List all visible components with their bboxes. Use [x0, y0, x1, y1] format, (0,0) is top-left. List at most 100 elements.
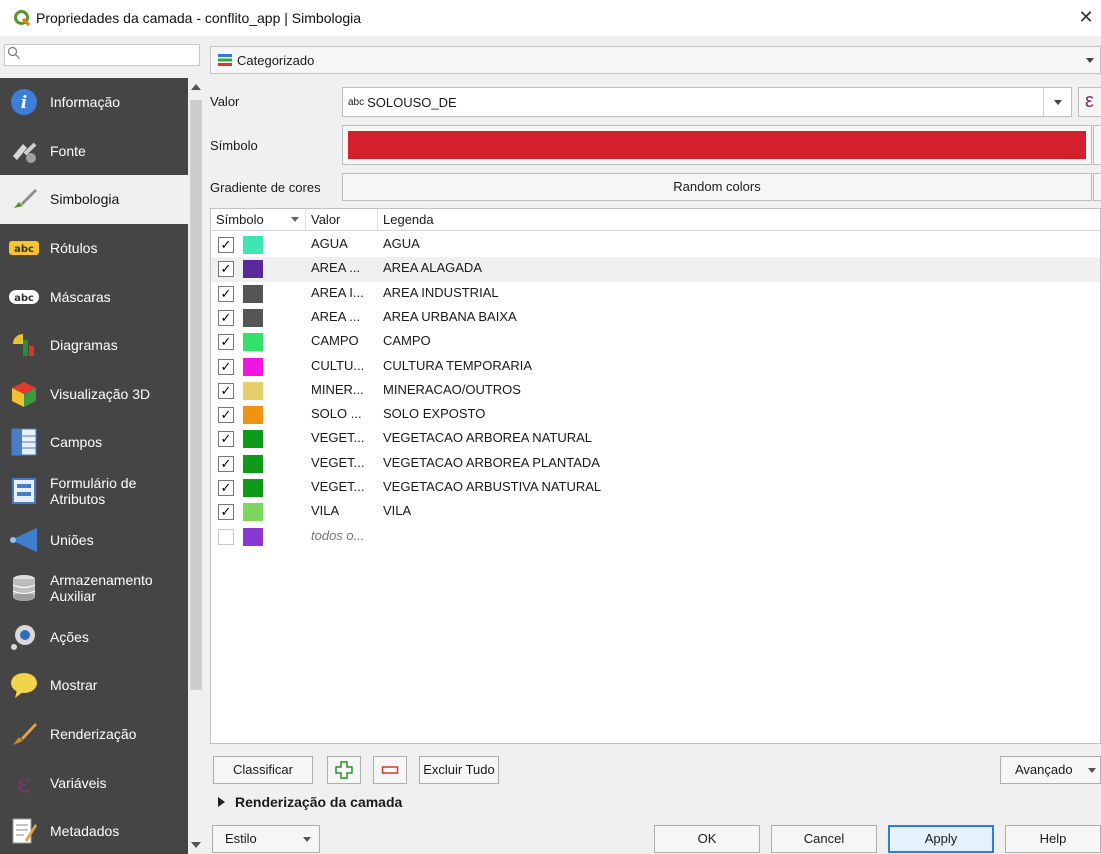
category-checkbox[interactable]: ✓ [218, 285, 234, 302]
category-checkbox[interactable]: ✓ [218, 504, 234, 521]
sidebar-item-metadados[interactable]: Metadados [0, 807, 188, 854]
symbol-button[interactable] [342, 125, 1092, 165]
sidebar-item-mostrar[interactable]: Mostrar [0, 661, 188, 710]
table-row[interactable]: ✓ VEGET... VEGETACAO ARBOREA NATURAL [211, 427, 1100, 451]
color-ramp-button[interactable]: Random colors [342, 173, 1092, 201]
sidebar-item-unioes[interactable]: Uniões [0, 515, 188, 564]
scroll-up-arrow-icon[interactable] [191, 84, 201, 90]
category-symbol-swatch[interactable] [243, 430, 263, 449]
help-button[interactable]: Help [1005, 825, 1101, 853]
scroll-down-arrow-icon[interactable] [191, 842, 201, 848]
fields-table-icon [6, 424, 42, 460]
sidebar-item-fonte[interactable]: Fonte [0, 127, 188, 176]
sidebar-item-renderizacao[interactable]: Renderização [0, 710, 188, 759]
plus-icon [335, 761, 353, 779]
table-row[interactable]: ✓ CULTU... CULTURA TEMPORARIA [211, 355, 1100, 379]
sidebar-item-label: Fonte [50, 142, 86, 159]
category-symbol-swatch[interactable] [243, 479, 263, 497]
sidebar-item-campos[interactable]: Campos [0, 418, 188, 467]
sidebar-item-acoes[interactable]: Ações [0, 613, 188, 662]
chevron-down-icon [1054, 100, 1062, 105]
category-symbol-swatch[interactable] [243, 260, 263, 279]
category-checkbox[interactable]: ✓ [218, 358, 234, 375]
table-row[interactable]: ✓ AREA ... AREA ALAGADA [211, 257, 1100, 282]
renderer-type-dropdown[interactable]: Categorizado [210, 46, 1101, 74]
symbol-dropdown-button[interactable] [1093, 125, 1101, 165]
sidebar-scrollbar[interactable] [188, 78, 204, 854]
column-header-value[interactable]: Valor [311, 212, 340, 227]
table-row[interactable]: ✓ CAMPO CAMPO [211, 330, 1100, 354]
layer-rendering-section[interactable]: Renderização da camada [218, 794, 402, 810]
category-checkbox[interactable]: ✓ [218, 382, 234, 399]
table-row[interactable]: ✓ AREA I... AREA INDUSTRIAL [211, 282, 1100, 306]
add-category-button[interactable] [327, 756, 361, 784]
table-row[interactable]: ✓ SOLO ... SOLO EXPOSTO [211, 403, 1100, 427]
category-value: VEGET... [311, 430, 365, 446]
expression-button[interactable]: ε [1078, 87, 1101, 117]
value-field-combo[interactable]: abc SOLOUSO_DE [342, 87, 1072, 117]
category-checkbox[interactable]: ✓ [218, 480, 234, 496]
sidebar-item-simbologia[interactable]: Simbologia [0, 175, 188, 224]
sidebar-item-rotulos[interactable]: abc Rótulos [0, 224, 188, 273]
table-row[interactable]: todos o... [211, 525, 1100, 549]
sidebar-item-informacao[interactable]: i Informação [0, 78, 188, 127]
category-symbol-swatch[interactable] [243, 454, 263, 473]
table-row[interactable]: ✓ MINER... MINERACAO/OUTROS [211, 379, 1100, 403]
advanced-button[interactable]: Avançado [1000, 756, 1101, 784]
category-symbol-swatch[interactable] [243, 406, 263, 425]
category-checkbox[interactable]: ✓ [218, 407, 234, 424]
display-speech-icon [6, 667, 42, 703]
classify-button[interactable]: Classificar [213, 756, 313, 784]
category-checkbox[interactable] [218, 528, 234, 545]
style-label: Estilo [225, 831, 257, 846]
value-dropdown-button[interactable] [1043, 88, 1071, 116]
sidebar-item-label: Uniões [50, 531, 94, 548]
column-header-symbol[interactable]: Símbolo [216, 212, 264, 227]
column-divider [377, 209, 378, 231]
table-row[interactable]: ✓ VILA VILA [211, 500, 1100, 524]
table-row[interactable]: ✓ VEGET... VEGETACAO ARBUSTIVA NATURAL [211, 476, 1100, 500]
category-symbol-swatch[interactable] [243, 503, 263, 522]
close-icon[interactable]: ✕ [1075, 6, 1097, 28]
category-symbol-swatch[interactable] [243, 381, 263, 400]
color-ramp-dropdown-button[interactable] [1093, 173, 1101, 201]
category-legend: AREA URBANA BAIXA [383, 308, 517, 324]
sidebar-item-label: Variáveis [50, 774, 107, 791]
category-checkbox[interactable]: ✓ [218, 237, 234, 253]
category-checkbox[interactable]: ✓ [218, 455, 234, 472]
table-row[interactable]: ✓ AREA ... AREA URBANA BAIXA [211, 306, 1100, 330]
delete-all-button[interactable]: Excluir Tudo [419, 756, 499, 784]
renderer-type-label: Categorizado [237, 52, 315, 68]
category-checkbox[interactable]: ✓ [218, 261, 234, 278]
table-header: Símbolo Valor Legenda [211, 209, 1100, 231]
info-icon: i [6, 84, 42, 120]
category-symbol-swatch[interactable] [243, 308, 263, 327]
remove-category-button[interactable] [373, 756, 407, 784]
scroll-thumb[interactable] [190, 100, 202, 690]
sidebar-item-formulario-atributos[interactable]: Formulário de Atributos [0, 467, 188, 516]
categories-table[interactable]: Símbolo Valor Legenda ✓ AGUA AGUA ✓ AREA ...… [210, 208, 1101, 744]
category-symbol-swatch[interactable] [243, 357, 263, 376]
sidebar-item-armazenamento-auxiliar[interactable]: Armazenamento Auxiliar [0, 564, 188, 613]
ok-button[interactable]: OK [654, 825, 760, 853]
category-symbol-swatch[interactable] [243, 333, 263, 352]
category-symbol-swatch[interactable] [243, 284, 263, 303]
category-symbol-swatch[interactable] [243, 236, 263, 254]
sidebar-item-diagramas[interactable]: Diagramas [0, 321, 188, 370]
sidebar-item-visualizacao-3d[interactable]: Visualização 3D [0, 370, 188, 419]
sidebar-item-label: Mostrar [50, 677, 98, 694]
cancel-button[interactable]: Cancel [771, 825, 877, 853]
table-row[interactable]: ✓ AGUA AGUA [211, 233, 1100, 257]
category-symbol-swatch[interactable] [243, 527, 263, 546]
column-header-legend[interactable]: Legenda [383, 212, 434, 227]
category-checkbox[interactable]: ✓ [218, 334, 234, 351]
apply-button[interactable]: Apply [888, 825, 994, 853]
table-row[interactable]: ✓ VEGET... VEGETACAO ARBOREA PLANTADA [211, 452, 1100, 476]
sidebar-item-mascaras[interactable]: abc Máscaras [0, 272, 188, 321]
search-input[interactable] [4, 44, 200, 66]
category-checkbox[interactable]: ✓ [218, 309, 234, 326]
style-button[interactable]: Estilo [212, 825, 320, 853]
category-checkbox[interactable]: ✓ [218, 431, 234, 448]
form-icon [6, 473, 42, 509]
sidebar-item-variaveis[interactable]: ε Variáveis [0, 758, 188, 807]
